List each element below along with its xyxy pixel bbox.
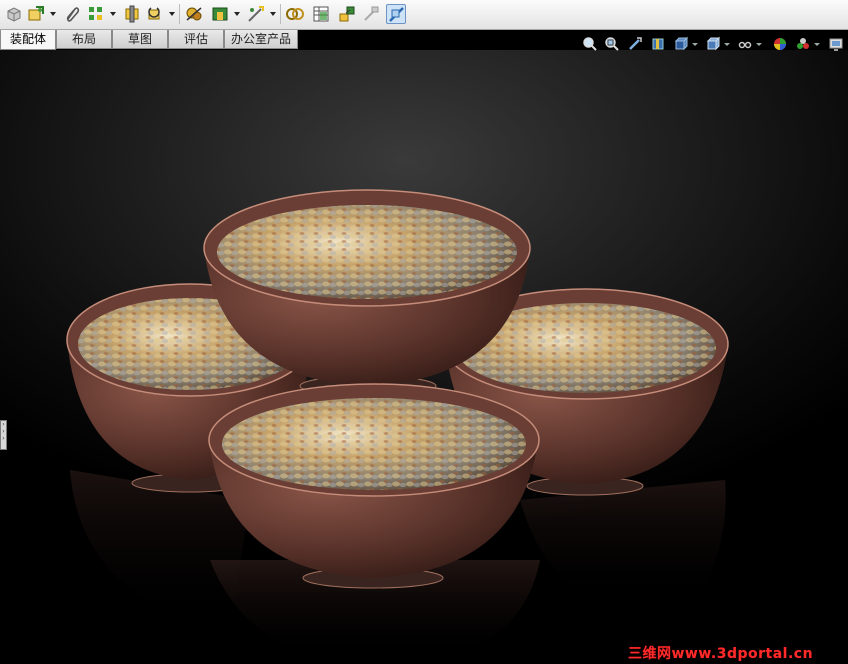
assembly-features-dropdown-icon[interactable] — [234, 12, 240, 16]
new-part-icon[interactable] — [4, 4, 24, 24]
previous-view-icon[interactable] — [627, 36, 643, 52]
assembly-features-icon[interactable] — [210, 4, 230, 24]
tab-evaluate[interactable]: 评估 — [168, 30, 224, 49]
explode-line-sketch-icon[interactable] — [361, 4, 381, 24]
rendered-model-bowls[interactable] — [0, 50, 848, 664]
view-settings-icon[interactable] — [828, 36, 844, 52]
smart-fastener-icon[interactable] — [122, 4, 142, 24]
linear-pattern-icon[interactable] — [86, 4, 106, 24]
tab-sketch[interactable]: 草图 — [112, 30, 168, 49]
feature-manager-expand-handle[interactable]: › › › — [0, 420, 7, 450]
toolbar-separator — [280, 4, 281, 24]
insert-component-icon[interactable] — [26, 4, 46, 24]
reference-geometry-dropdown-icon[interactable] — [270, 12, 276, 16]
insert-component-dropdown-icon[interactable] — [50, 12, 56, 16]
move-component-icon[interactable] — [145, 4, 165, 24]
apply-scene-dropdown-icon[interactable] — [814, 43, 820, 46]
bowl-front — [208, 383, 540, 589]
hide-show-items-dropdown-icon[interactable] — [756, 43, 762, 46]
exploded-view-icon[interactable] — [337, 4, 357, 24]
apply-scene-icon[interactable] — [795, 36, 811, 52]
zoom-to-area-icon[interactable] — [604, 36, 620, 52]
tab-assembly[interactable]: 装配体 — [0, 30, 56, 50]
reference-geometry-icon[interactable] — [246, 4, 266, 24]
watermark-text: 三维网www.3dportal.cn — [628, 646, 814, 662]
tab-office-products[interactable]: 办公室产品 — [224, 30, 298, 49]
move-component-dropdown-icon[interactable] — [169, 12, 175, 16]
view-orientation-dropdown-icon[interactable] — [692, 43, 698, 46]
linear-pattern-dropdown-icon[interactable] — [110, 12, 116, 16]
command-manager-toolbar — [0, 0, 848, 30]
zoom-to-fit-icon[interactable] — [582, 36, 598, 52]
section-view-icon[interactable] — [650, 36, 666, 52]
mate-icon[interactable] — [62, 4, 82, 24]
bill-of-materials-icon[interactable] — [311, 4, 331, 24]
new-motion-study-icon[interactable] — [285, 4, 305, 24]
display-style-icon[interactable] — [705, 36, 721, 52]
interference-detection-icon[interactable] — [386, 4, 406, 24]
tab-layout[interactable]: 布局 — [56, 30, 112, 49]
hide-show-components-icon[interactable] — [184, 4, 204, 24]
edit-appearance-icon[interactable] — [772, 36, 788, 52]
toolbar-separator — [179, 4, 180, 24]
display-style-dropdown-icon[interactable] — [724, 43, 730, 46]
hide-show-items-icon[interactable] — [737, 36, 753, 52]
command-manager-tabs: 装配体 布局 草图 评估 办公室产品 — [0, 30, 300, 50]
view-orientation-icon[interactable] — [673, 36, 689, 52]
